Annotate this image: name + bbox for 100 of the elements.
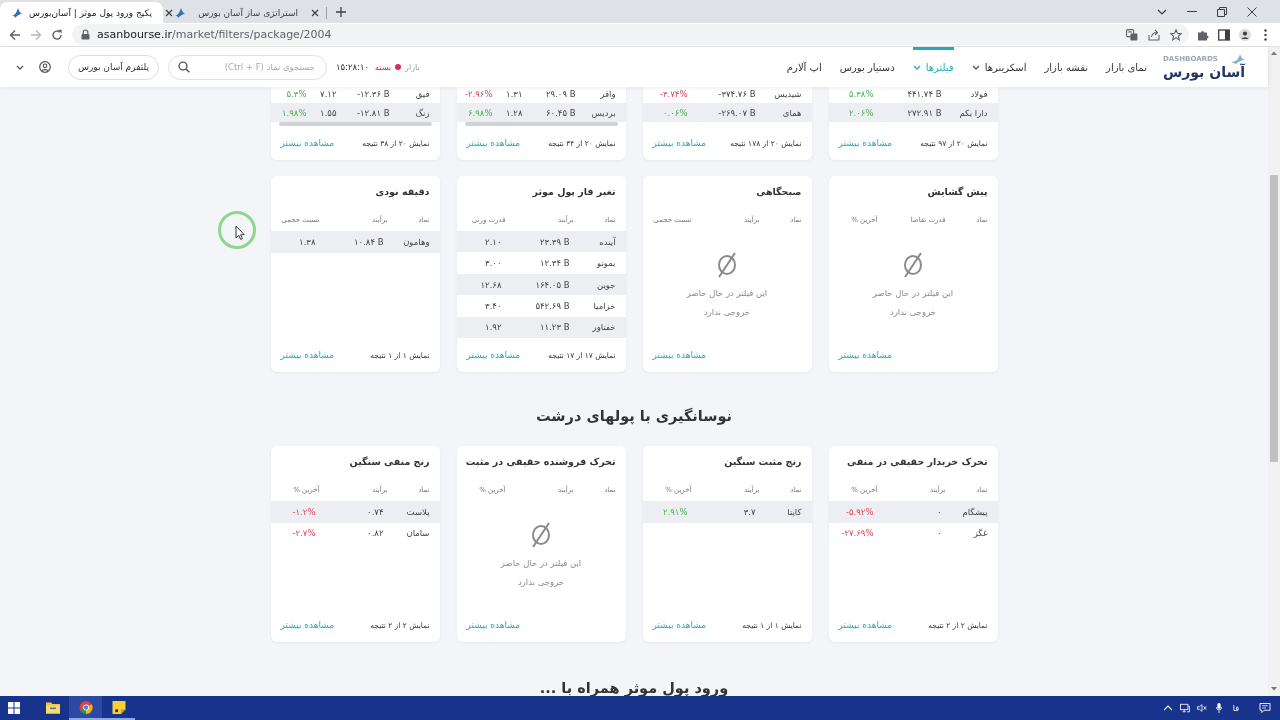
address-field[interactable]: asanbourse.ir/market/filters/package/2004 — [72, 24, 1189, 45]
star-icon[interactable] — [1170, 28, 1182, 41]
caret-icon — [971, 64, 980, 70]
nav-link[interactable]: دستیار بورس — [839, 47, 895, 87]
table-cell-text: ۱.۹۸% — [281, 107, 308, 118]
table-cell-text: کاپتا — [786, 506, 802, 517]
windows-icon[interactable] — [8, 702, 20, 714]
clock-time: ۱۵:۲۸:۱۰ — [335, 62, 370, 72]
logo-wordmark: آسان بورس — [1162, 63, 1245, 81]
network-icon[interactable] — [1180, 703, 1191, 713]
table-cell-text: ۳.۰۰ — [484, 258, 503, 269]
user-circle-icon[interactable] — [39, 61, 51, 73]
see-more-link[interactable]: مشاهده بیشتر — [838, 138, 893, 148]
browser-icon — [78, 700, 93, 714]
empty-message: این فیلتر در حال حاضر خروجی ندارد — [499, 556, 583, 589]
reload-icon[interactable] — [50, 28, 63, 41]
restore-icon[interactable] — [1217, 6, 1227, 17]
table-cell-text: ۶.۹۸% — [467, 107, 494, 118]
bird-icon — [11, 6, 23, 19]
table-cell-text: دارا یکم — [958, 107, 988, 118]
close-icon[interactable] — [1247, 6, 1257, 17]
table-cell-text: ۲۳.۳۹ B — [539, 236, 571, 247]
table-cell-text: ۱.۵۵ — [319, 107, 338, 118]
table-cell-text: -۵.۹۲% — [844, 506, 875, 517]
puzzle-icon[interactable] — [1196, 28, 1209, 41]
browser-tab[interactable]: استراتژی ساز آسان بورس — [163, 2, 326, 23]
table-cell-text: ۵.۳۸% — [848, 88, 875, 99]
see-more-link[interactable]: مشاهده بیشتر — [466, 138, 521, 148]
translate-icon[interactable] — [1126, 28, 1138, 41]
table-cell-text: -۱۲.۳۶ B — [355, 88, 391, 99]
card-title: رنج مثبت سنگین — [723, 456, 803, 468]
table-cell-text: ۰.۸۲ — [366, 528, 385, 539]
table-cell-text: ۱۱.۲۳ B — [539, 322, 571, 333]
card-title: پیش گشایش — [926, 186, 989, 198]
table-cell-text: -۲۷.۶۹% — [840, 528, 875, 539]
card-title: صبحگاهی — [755, 186, 803, 198]
vertical-scrollbar[interactable] — [1268, 47, 1280, 696]
language-indicator[interactable]: فا — [1232, 703, 1239, 713]
notification-icon[interactable] — [1259, 703, 1271, 713]
table-cell-text: -۳۷۴.۷۶ B — [717, 88, 757, 99]
chevron-up-icon[interactable] — [1163, 703, 1174, 713]
plus-icon[interactable] — [336, 7, 346, 17]
chevron-down-icon[interactable] — [16, 64, 24, 70]
table-cell-text: ۲.۹۱% — [662, 506, 689, 517]
table-cell-text: -۲.۹۶% — [463, 88, 494, 99]
kebab-menu-icon[interactable] — [1264, 28, 1267, 41]
see-more-link[interactable]: مشاهده بیشتر — [280, 138, 335, 148]
table-cell-text: پلاست — [405, 506, 430, 517]
close-icon[interactable] — [164, 8, 173, 17]
table-cell-text: ۵.۳% — [285, 88, 308, 99]
nav-link[interactable]: اسکرینرها — [971, 47, 1027, 87]
see-more-link[interactable]: مشاهده بیشتر — [838, 620, 893, 630]
table-cell-text: ۰.۰۶% — [662, 107, 689, 118]
table-cell-text: سامان — [405, 528, 430, 539]
see-more-link[interactable]: مشاهده بیشتر — [466, 350, 521, 361]
see-more-link[interactable]: مشاهده بیشتر — [280, 620, 335, 630]
speaker-icon[interactable] — [1197, 703, 1208, 713]
card-title: رنج منفی سنگین — [348, 456, 431, 468]
close-icon[interactable] — [311, 8, 319, 17]
search-field[interactable]: جستجوی نماد (Ctrl + F) — [167, 54, 327, 80]
back-arrow-icon[interactable] — [8, 28, 21, 41]
see-more-link[interactable]: مشاهده بیشتر — [652, 350, 707, 360]
see-more-link[interactable]: مشاهده بیشتر — [280, 350, 335, 360]
table-cell-text: -۱۲.۸۱ B — [355, 107, 391, 118]
section-title: ورود پول موثر همراه با ... — [538, 679, 730, 696]
taskbar-button[interactable] — [69, 696, 102, 720]
see-more-link[interactable]: مشاهده بیشتر — [652, 620, 707, 630]
empty-message: این فیلتر در حال حاضر خروجی ندارد — [871, 286, 955, 319]
table-cell-text: ۴۴۱.۷۴ B — [906, 88, 943, 99]
nav-link[interactable]: نمای بازار — [1106, 47, 1147, 87]
see-more-link[interactable]: مشاهده بیشتر — [466, 620, 521, 630]
table-cell-text: ۳.۷ — [742, 506, 757, 517]
nav-link[interactable]: نقشه بازار — [1044, 47, 1089, 87]
card-title: تغیر فاز پول موثر — [531, 186, 617, 198]
share-icon[interactable] — [1148, 28, 1160, 41]
table-cell-text: ۲.۱۰ — [484, 236, 503, 247]
sidebar-icon[interactable] — [1217, 28, 1230, 41]
table-cell-text: ۱۶۴.۰۵ B — [534, 279, 571, 290]
microphone-icon[interactable] — [1214, 703, 1225, 713]
table-cell-text: ۱۲.۶۸ — [479, 279, 503, 290]
table-cell-text: ۶۰.۴۵ B — [545, 107, 577, 118]
table-cell-text: فیق — [414, 88, 430, 99]
caret-icon — [912, 64, 921, 70]
card-title: تحرک خریدار حقیقی در منفی — [846, 456, 989, 468]
empty-set-icon — [530, 521, 552, 548]
empty-set-icon — [716, 251, 738, 278]
platform-button[interactable]: پلتفرم آسان بورس — [68, 54, 159, 80]
table-cell-text: آینده — [598, 236, 616, 247]
table-cell-text: ۰.۷۴ — [366, 506, 385, 517]
table-cell-text: ۲۷۲.۹۱ B — [906, 107, 943, 118]
see-more-link[interactable]: مشاهده بیشتر — [838, 350, 893, 360]
nav-link[interactable]: اپ آلارم — [786, 47, 822, 87]
profile-icon[interactable] — [1238, 28, 1251, 41]
table-cell-text: ۳.۴۰ — [484, 300, 503, 311]
see-more-link[interactable]: مشاهده بیشتر — [652, 138, 707, 148]
cursor-icon — [217, 210, 257, 250]
search-icon[interactable] — [177, 61, 190, 73]
bird-icon — [1231, 53, 1245, 64]
table-cell-text: بموتو — [595, 258, 616, 269]
market-status: بسته — [375, 62, 392, 72]
